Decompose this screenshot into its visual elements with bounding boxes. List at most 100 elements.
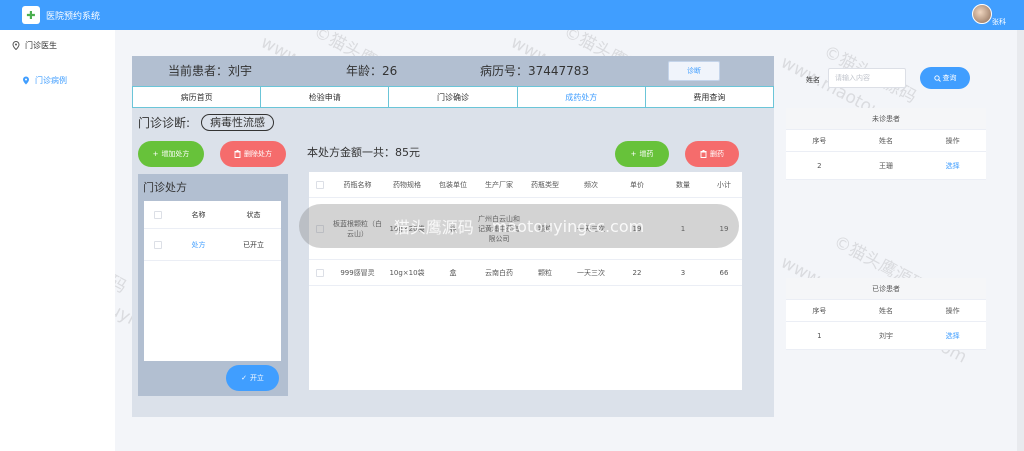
location-pin-icon xyxy=(23,76,29,85)
prescription-table: 名称 状态 处方 已开立 xyxy=(144,201,281,361)
plus-icon: + xyxy=(152,150,159,158)
trash-icon xyxy=(234,150,241,158)
waiting-patients-table: 未诊患者 序号 姓名 操作 2 王珊 选择 xyxy=(786,108,986,180)
patient-name: 王珊 xyxy=(879,161,893,170)
select-all-checkbox[interactable] xyxy=(153,210,162,219)
sidebar-item-label: 门诊病例 xyxy=(35,76,67,85)
table-row: 2 王珊 选择 xyxy=(786,152,986,180)
column-header: 数量 xyxy=(676,180,690,189)
prescription-total: 本处方金额一共：85元 xyxy=(307,146,420,159)
tab-record-home[interactable]: 病历首页 xyxy=(133,87,262,107)
diagnosis-label: 门诊诊断: xyxy=(138,116,191,130)
row-checkbox[interactable] xyxy=(153,240,162,249)
user-name[interactable]: 张科 xyxy=(992,17,1006,27)
add-prescription-label: 增加处方 xyxy=(161,150,190,158)
medicine-type: 颗粒 xyxy=(538,268,552,277)
user-avatar[interactable] xyxy=(972,4,992,24)
top-bar: ✚ 医院预约系统 张科 xyxy=(0,0,1024,30)
search-icon xyxy=(933,74,941,82)
select-all-checkbox[interactable] xyxy=(316,180,324,189)
medicine-quantity[interactable]: 3 xyxy=(660,268,706,278)
delete-prescription-label: 删除处方 xyxy=(244,150,272,158)
location-pin-icon xyxy=(12,41,20,50)
row-checkbox[interactable] xyxy=(316,268,324,277)
column-header: 生产厂家 xyxy=(485,180,513,189)
search-button[interactable]: 查询 xyxy=(920,67,970,89)
issue-button[interactable]: ✓ 开立 xyxy=(226,365,279,391)
column-header: 序号 xyxy=(812,306,827,315)
plus-icon: + xyxy=(630,150,637,158)
name-search-input[interactable]: 请输入内容 xyxy=(828,68,906,88)
tab-bar: 病历首页 检验申请 门诊确诊 成药处方 费用查询 xyxy=(132,86,774,108)
table-row[interactable]: 处方 已开立 xyxy=(144,229,281,261)
column-header: 操作 xyxy=(945,136,960,145)
sidebar-item-label: 门诊医生 xyxy=(25,41,57,50)
add-drug-button[interactable]: + 增药 xyxy=(615,141,669,167)
column-header: 姓名 xyxy=(879,306,893,315)
check-icon: ✓ xyxy=(241,374,247,382)
patient-name: 刘宇 xyxy=(879,331,893,340)
tab-outpatient-confirm[interactable]: 门诊确诊 xyxy=(389,87,518,107)
prescription-name[interactable]: 处方 xyxy=(171,229,226,260)
column-header: 操作 xyxy=(945,306,960,315)
scrollbar[interactable] xyxy=(1017,30,1024,451)
issue-label: 开立 xyxy=(249,374,264,382)
column-header: 序号 xyxy=(812,136,827,145)
medicine-maker: 云南白药 xyxy=(485,268,513,277)
medicine-price: 22 xyxy=(632,268,642,277)
column-header: 药物规格 xyxy=(393,180,421,189)
column-header: 状态 xyxy=(246,210,261,219)
column-header: 药瓶名称 xyxy=(343,180,372,189)
medicine-spec: 10g×10袋 xyxy=(389,268,425,277)
app-title: 医院预约系统 xyxy=(46,12,101,22)
diagnosis-value: 病毒性流感 xyxy=(201,114,274,131)
column-header: 姓名 xyxy=(879,136,893,145)
column-header: 单价 xyxy=(630,180,644,189)
watermark-overlay-text: 猫头鹰源码 xyxy=(393,218,474,237)
patient-number: 2 xyxy=(817,161,822,170)
hospital-logo-icon: ✚ xyxy=(22,6,40,24)
trash-icon xyxy=(700,150,707,158)
sidebar-item-outpatient-doctor[interactable]: 门诊医生 xyxy=(12,40,57,51)
tab-prescription[interactable]: 成药处方 xyxy=(518,87,646,107)
select-patient-link[interactable]: 选择 xyxy=(919,331,986,341)
table-header: 序号 姓名 操作 xyxy=(786,130,986,152)
table-header: 名称 状态 xyxy=(144,201,281,229)
add-drug-label: 增药 xyxy=(639,150,654,158)
prescription-panel: 门诊处方 名称 状态 处方 已开立 ✓ 开立 xyxy=(138,174,288,396)
medicine-name: 999感冒灵 xyxy=(340,268,375,277)
tab-lab-request[interactable]: 检验申请 xyxy=(261,87,390,107)
prescription-status: 已开立 xyxy=(243,240,264,249)
column-header: 包装单位 xyxy=(439,180,467,189)
table-row: 1 刘宇 选择 xyxy=(786,322,986,350)
search-button-label: 查询 xyxy=(942,74,957,82)
patient-info-bar: 当前患者：刘宇 年龄：26 病历号：37447783 诊断 xyxy=(132,56,774,86)
diagnose-button[interactable]: 诊断 xyxy=(668,61,720,81)
watermark-overlay-url: maotouyingcc.com xyxy=(491,216,645,236)
add-prescription-button[interactable]: + 增加处方 xyxy=(138,141,204,167)
column-header: 小计 xyxy=(717,180,731,189)
watermark-overlay: 猫头鹰源码 maotouyingcc.com xyxy=(299,204,739,248)
column-header: 药瓶类型 xyxy=(531,180,559,189)
tab-fee-query[interactable]: 费用查询 xyxy=(646,87,773,107)
done-patients-title: 已诊患者 xyxy=(786,278,986,300)
table-header: 药瓶名称 药物规格 包装单位 生产厂家 药瓶类型 频次 单价 数量 小计 xyxy=(309,172,742,198)
record-number: 病历号：37447783 xyxy=(480,64,590,78)
delete-drug-button[interactable]: 删药 xyxy=(685,141,739,167)
current-patient: 当前患者：刘宇 xyxy=(168,64,253,78)
medicine-subtotal: 66 xyxy=(719,268,729,277)
select-patient-link[interactable]: 选择 xyxy=(919,161,986,171)
search-label: 姓名 xyxy=(806,76,820,84)
table-row[interactable]: 999感冒灵 10g×10袋 盒 云南白药 颗粒 一天三次 22 3 66 xyxy=(309,260,742,286)
medicine-unit: 盒 xyxy=(449,268,457,277)
patient-number: 1 xyxy=(817,331,822,340)
table-header: 序号 姓名 操作 xyxy=(786,300,986,322)
column-header: 频次 xyxy=(584,180,598,189)
patient-age: 年龄：26 xyxy=(346,64,398,78)
delete-prescription-button[interactable]: 删除处方 xyxy=(220,141,286,167)
done-patients-table: 已诊患者 序号 姓名 操作 1 刘宇 选择 xyxy=(786,278,986,350)
waiting-patients-title: 未诊患者 xyxy=(786,108,986,130)
column-header: 名称 xyxy=(191,210,206,219)
prescription-panel-title: 门诊处方 xyxy=(143,181,187,194)
sidebar-item-outpatient-cases[interactable]: 门诊病例 xyxy=(22,75,67,86)
